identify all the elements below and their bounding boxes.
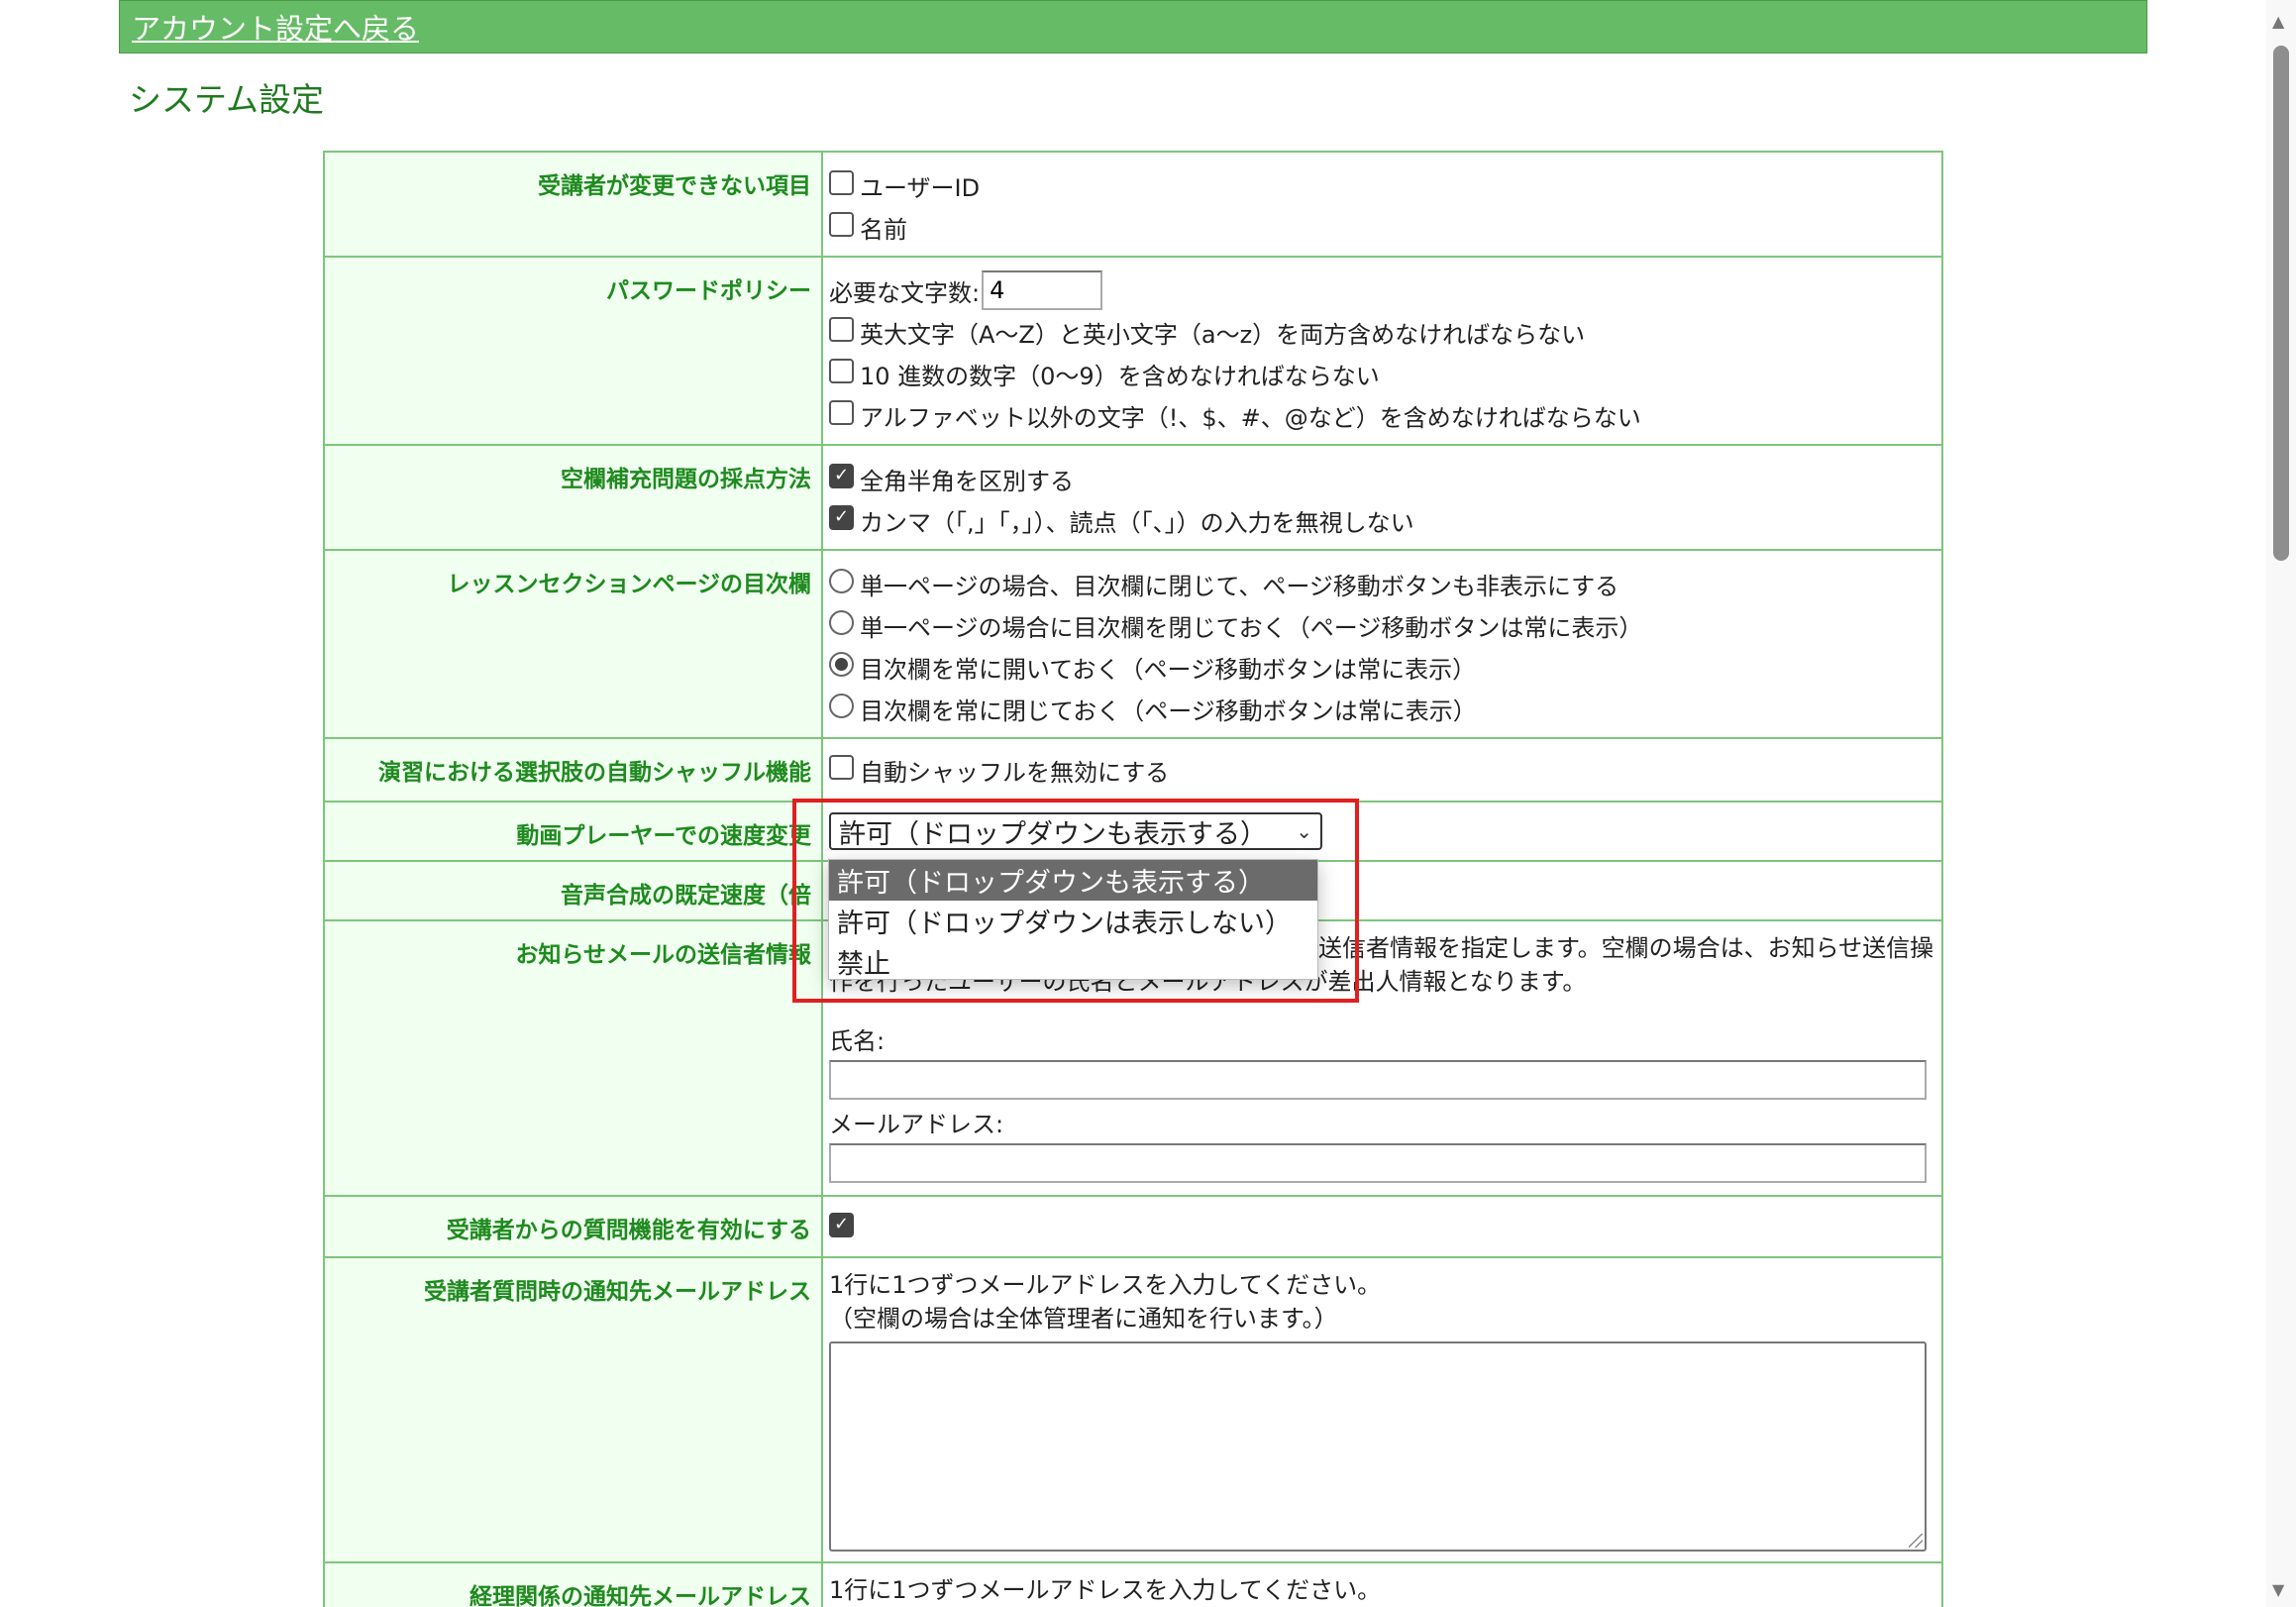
checkbox[interactable]: [829, 169, 854, 195]
video-speed-dropdown-list: 許可（ドロップダウンも表示する） 許可（ドロップダウンは表示しない） 禁止: [828, 859, 1318, 980]
row-label: 空欄補充問題の採点方法: [323, 444, 823, 551]
dropdown-option[interactable]: 禁止: [829, 941, 1317, 982]
scroll-down-arrow-icon[interactable]: ▼: [2272, 1580, 2284, 1599]
email-field[interactable]: [829, 1143, 1927, 1183]
option-label: 英大文字（A～Z）と英小文字（a～z）を両方含めなければならない: [860, 320, 1586, 349]
select-value: 許可（ドロップダウンも表示する）: [839, 818, 1267, 850]
radio-option-4[interactable]: 目次欄を常に閉じておく（ページ移動ボタンは常に表示）: [829, 688, 1931, 729]
option-label: 自動シャッフルを無効にする: [860, 758, 1170, 787]
row-label: パスワードポリシー: [323, 256, 823, 446]
name-label: 氏名:: [829, 1027, 886, 1055]
option-name[interactable]: 名前: [829, 206, 1931, 248]
row-label: お知らせメールの送信者情報: [323, 919, 823, 1197]
radio-option-1[interactable]: 単一ページの場合、目次欄に閉じて、ページ移動ボタンも非表示にする: [829, 563, 1931, 604]
radio[interactable]: [829, 609, 854, 635]
option-comma[interactable]: ✓ カンマ（「,」「，」）、読点（「、」）の入力を無視しない: [829, 499, 1931, 541]
checkbox-checked[interactable]: ✓: [829, 1212, 854, 1237]
radio-selected[interactable]: [829, 651, 854, 677]
checkbox[interactable]: [829, 211, 854, 237]
row-video-speed: 動画プレーヤーでの速度変更 許可（ドロップダウンも表示する） ⌄: [323, 801, 1943, 862]
row-label: 受講者が変更できない項目: [323, 151, 823, 258]
option-label: ユーザーID: [860, 173, 981, 202]
row-locked-items: 受講者が変更できない項目 ユーザーID 名前: [323, 151, 1943, 258]
vertical-scrollbar[interactable]: ▲ ▼: [2266, 0, 2296, 1607]
option-label: 目次欄を常に閉じておく（ページ移動ボタンは常に表示）: [860, 696, 1477, 725]
row-label: レッスンセクションページの目次欄: [323, 549, 823, 739]
option-upper-lower[interactable]: 英大文字（A～Z）と英小文字（a～z）を両方含めなければならない: [829, 311, 1931, 353]
back-to-account-settings-link[interactable]: アカウント設定へ戻る: [132, 6, 419, 48]
row-label: 経理関係の通知先メールアドレス: [323, 1561, 823, 1607]
help-line-1: 1行に1つずつメールアドレスを入力してください。: [829, 1271, 1382, 1299]
notify-email-textarea[interactable]: [829, 1341, 1927, 1552]
checkbox[interactable]: [829, 399, 854, 425]
min-length-row: 必要な文字数:: [829, 269, 1931, 311]
row-accounting-notify: 経理関係の通知先メールアドレス 1行に1つずつメールアドレスを入力してください。: [323, 1561, 1943, 1607]
radio-option-2[interactable]: 単一ページの場合に目次欄を閉じておく（ページ移動ボタンは常に表示）: [829, 604, 1931, 646]
option-label: 単一ページの場合に目次欄を閉じておく（ページ移動ボタンは常に表示）: [860, 613, 1643, 642]
help-line-2: （空欄の場合は全体管理者に通知を行います。）: [829, 1305, 1338, 1333]
question-feature-toggle[interactable]: ✓: [829, 1207, 1931, 1248]
top-bar: アカウント設定へ戻る: [119, 0, 2147, 54]
checkbox[interactable]: [829, 316, 854, 342]
row-label: 受講者からの質問機能を有効にする: [323, 1195, 823, 1258]
row-question-notify: 受講者質問時の通知先メールアドレス 1行に1つずつメールアドレスを入力してくださ…: [323, 1256, 1943, 1563]
scroll-up-arrow-icon[interactable]: ▲: [2272, 12, 2284, 31]
row-blank-scoring: 空欄補充問題の採点方法 ✓ 全角半角を区別する ✓ カンマ（「,」「，」）、読点…: [323, 444, 1943, 551]
option-label: カンマ（「,」「，」）、読点（「、」）の入力を無視しない: [860, 508, 1414, 537]
dropdown-option[interactable]: 許可（ドロップダウンは表示しない）: [829, 901, 1317, 941]
radio[interactable]: [829, 568, 854, 593]
row-shuffle: 演習における選択肢の自動シャッフル機能 自動シャッフルを無効にする: [323, 737, 1943, 803]
row-label: 受講者質問時の通知先メールアドレス: [323, 1256, 823, 1563]
row-question-feature: 受講者からの質問機能を有効にする ✓: [323, 1195, 1943, 1258]
name-field[interactable]: [829, 1060, 1927, 1100]
video-speed-select[interactable]: 許可（ドロップダウンも表示する） ⌄: [829, 812, 1322, 850]
option-width-sensitive[interactable]: ✓ 全角半角を区別する: [829, 458, 1931, 499]
option-symbols[interactable]: アルファベット以外の文字（!、$、#、@など）を含めなければならない: [829, 394, 1931, 436]
resize-grip-icon[interactable]: [1909, 1534, 1923, 1548]
option-label: 目次欄を常に開いておく（ページ移動ボタンは常に表示）: [860, 655, 1477, 684]
min-length-input[interactable]: [982, 270, 1103, 310]
checkbox[interactable]: [829, 754, 854, 780]
checkbox[interactable]: [829, 358, 854, 383]
radio-option-3[interactable]: 目次欄を常に開いておく（ページ移動ボタンは常に表示）: [829, 646, 1931, 688]
option-disable-shuffle[interactable]: 自動シャッフルを無効にする: [829, 749, 1931, 791]
scroll-thumb[interactable]: [2273, 46, 2289, 561]
row-lesson-toc: レッスンセクションページの目次欄 単一ページの場合、目次欄に閉じて、ページ移動ボ…: [323, 549, 1943, 739]
row-password-policy: パスワードポリシー 必要な文字数: 英大文字（A～Z）と英小文字（a～z）を両方…: [323, 256, 1943, 446]
row-label: 音声合成の既定速度（倍: [323, 860, 823, 921]
option-label: 単一ページの場合、目次欄に閉じて、ページ移動ボタンも非表示にする: [860, 572, 1619, 600]
checkbox-checked[interactable]: ✓: [829, 463, 854, 488]
min-length-label: 必要な文字数:: [829, 278, 981, 307]
page-title: システム設定: [129, 80, 325, 119]
checkbox-checked[interactable]: ✓: [829, 504, 854, 530]
option-user-id[interactable]: ユーザーID: [829, 164, 1931, 206]
option-label: 10 進数の数字（0～9）を含めなければならない: [860, 362, 1380, 390]
option-label: アルファベット以外の文字（!、$、#、@など）を含めなければならない: [860, 403, 1641, 432]
dropdown-option[interactable]: 許可（ドロップダウンも表示する）: [829, 860, 1317, 901]
email-label: メールアドレス:: [829, 1111, 1004, 1138]
row-label: 動画プレーヤーでの速度変更: [323, 801, 823, 862]
radio[interactable]: [829, 693, 854, 718]
help-line-1: 1行に1つずつメールアドレスを入力してください。: [829, 1576, 1382, 1604]
option-label: 全角半角を区別する: [860, 467, 1074, 495]
option-label: 名前: [860, 215, 907, 244]
option-digits[interactable]: 10 進数の数字（0～9）を含めなければならない: [829, 353, 1931, 394]
chevron-down-icon: ⌄: [1296, 819, 1312, 843]
row-label: 演習における選択肢の自動シャッフル機能: [323, 737, 823, 803]
